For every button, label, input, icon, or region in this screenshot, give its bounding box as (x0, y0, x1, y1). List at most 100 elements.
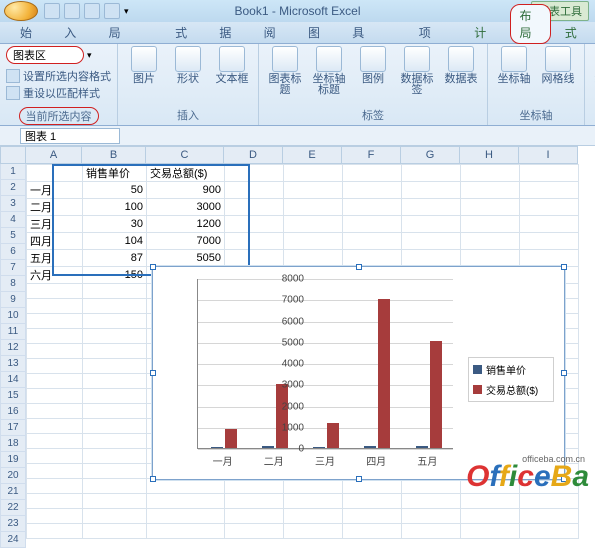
chart-bar[interactable] (378, 299, 390, 448)
cell[interactable] (461, 216, 520, 233)
cell[interactable] (27, 479, 83, 494)
cell[interactable] (27, 389, 83, 404)
row-header[interactable]: 24 (0, 532, 26, 548)
cell[interactable] (520, 199, 579, 216)
cell[interactable] (83, 404, 147, 419)
row-header[interactable]: 4 (0, 212, 26, 228)
cell[interactable] (27, 464, 83, 479)
cell[interactable] (83, 329, 147, 344)
chart-bar[interactable] (313, 447, 325, 448)
cell[interactable] (225, 216, 284, 233)
cell[interactable] (343, 199, 402, 216)
column-header[interactable]: C (146, 146, 224, 164)
row-header[interactable]: 22 (0, 500, 26, 516)
cell[interactable] (343, 494, 402, 509)
cell[interactable] (461, 233, 520, 250)
chart-element-value[interactable] (6, 46, 84, 64)
column-header[interactable]: D (224, 146, 283, 164)
cell[interactable] (83, 344, 147, 359)
axes-button[interactable]: 坐标轴 (494, 46, 534, 85)
insert-textbox-button[interactable]: 文本框 (212, 46, 252, 85)
cell[interactable] (27, 494, 83, 509)
legend-button[interactable]: 图例 (353, 46, 393, 85)
legend-item[interactable]: 交易总额($) (473, 382, 549, 397)
cell[interactable] (461, 165, 520, 182)
cell[interactable] (83, 284, 147, 299)
cell[interactable] (83, 509, 147, 524)
data-table-button[interactable]: 数据表 (441, 46, 481, 85)
row-header[interactable]: 8 (0, 276, 26, 292)
cell[interactable] (520, 165, 579, 182)
cell[interactable] (343, 182, 402, 199)
cell[interactable]: 5050 (147, 250, 225, 267)
cell[interactable] (27, 524, 83, 539)
resize-handle[interactable] (356, 476, 362, 482)
row-header[interactable]: 6 (0, 244, 26, 260)
cell[interactable] (83, 434, 147, 449)
cell[interactable] (402, 216, 461, 233)
qat-save-icon[interactable] (44, 3, 60, 19)
select-all-corner[interactable] (0, 146, 26, 164)
cell[interactable] (27, 329, 83, 344)
cell[interactable]: 104 (83, 233, 147, 250)
row-header[interactable]: 7 (0, 260, 26, 276)
cell[interactable] (225, 494, 284, 509)
row-header[interactable]: 5 (0, 228, 26, 244)
cell[interactable] (27, 314, 83, 329)
cell[interactable] (284, 250, 343, 267)
resize-handle[interactable] (150, 370, 156, 376)
chart-bar[interactable] (327, 423, 339, 449)
resize-handle[interactable] (150, 264, 156, 270)
cell[interactable] (225, 233, 284, 250)
cell[interactable] (520, 509, 579, 524)
row-header[interactable]: 10 (0, 308, 26, 324)
cell[interactable]: 交易总额($) (147, 165, 225, 182)
cell[interactable] (461, 509, 520, 524)
cell[interactable] (284, 233, 343, 250)
resize-handle[interactable] (561, 264, 567, 270)
cell[interactable] (402, 182, 461, 199)
cell[interactable] (27, 299, 83, 314)
cell[interactable] (27, 449, 83, 464)
cell[interactable] (83, 374, 147, 389)
chart-legend[interactable]: 销售单价 交易总额($) (468, 357, 554, 402)
cell[interactable]: 五月 (27, 250, 83, 267)
cell[interactable] (225, 250, 284, 267)
legend-item[interactable]: 销售单价 (473, 362, 549, 377)
qat-customize-icon[interactable]: ▾ (124, 6, 129, 17)
row-header[interactable]: 13 (0, 356, 26, 372)
row-header[interactable]: 21 (0, 484, 26, 500)
axis-titles-button[interactable]: 坐标轴标题 (309, 46, 349, 96)
chart-bar[interactable] (416, 446, 428, 448)
cell[interactable] (402, 250, 461, 267)
cell[interactable] (461, 494, 520, 509)
row-header[interactable]: 20 (0, 468, 26, 484)
column-header[interactable]: B (82, 146, 146, 164)
gridlines-button[interactable]: 网格线 (538, 46, 578, 85)
row-header[interactable]: 16 (0, 404, 26, 420)
row-header[interactable]: 3 (0, 196, 26, 212)
row-header[interactable]: 19 (0, 452, 26, 468)
cell[interactable] (284, 182, 343, 199)
cell[interactable]: 销售单价 (83, 165, 147, 182)
cell[interactable] (520, 524, 579, 539)
cell[interactable]: 三月 (27, 216, 83, 233)
cell[interactable]: 87 (83, 250, 147, 267)
row-header[interactable]: 11 (0, 324, 26, 340)
cell[interactable] (520, 494, 579, 509)
column-header[interactable]: H (460, 146, 519, 164)
cell[interactable] (402, 509, 461, 524)
cell[interactable] (284, 494, 343, 509)
chart-bar[interactable] (225, 429, 237, 448)
insert-shapes-button[interactable]: 形状 (168, 46, 208, 85)
chevron-down-icon[interactable]: ▾ (87, 50, 92, 61)
cell[interactable] (27, 374, 83, 389)
row-header[interactable]: 17 (0, 420, 26, 436)
chart-title-button[interactable]: 图表标题 (265, 46, 305, 96)
cell[interactable] (343, 479, 402, 494)
cell[interactable] (225, 479, 284, 494)
row-header[interactable]: 12 (0, 340, 26, 356)
cell[interactable] (520, 233, 579, 250)
cell[interactable] (27, 359, 83, 374)
cell[interactable]: 50 (83, 182, 147, 199)
